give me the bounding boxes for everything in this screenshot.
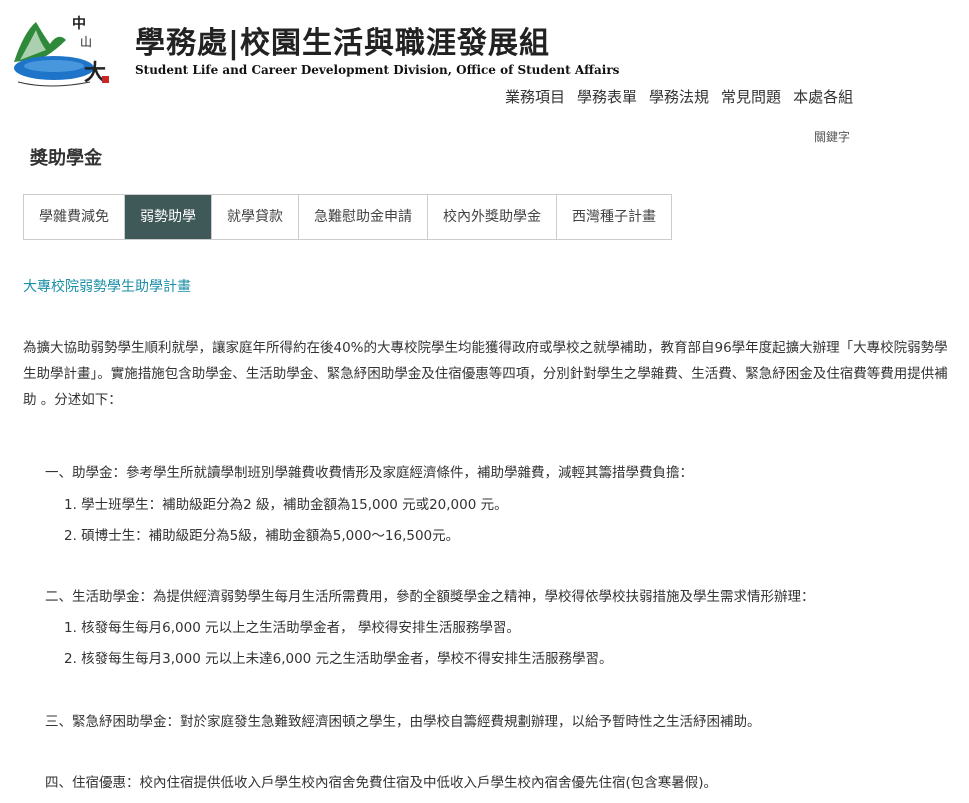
tab-seed-program[interactable]: 西灣種子計畫 bbox=[557, 195, 671, 239]
site-title: 學務處|校園生活與職涯發展組 bbox=[135, 26, 550, 61]
tab-disadvantaged-aid[interactable]: 弱勢助學 bbox=[125, 195, 212, 239]
section-living-grant: 二、生活助學金：為提供經濟弱勢學生每月生活所需費用，參酌全額獎學金之精神，學校得… bbox=[45, 589, 815, 605]
article-intro: 為擴大協助弱勢學生順利就學，讓家庭年所得約在後40%的大專校院學生均能獲得政府或… bbox=[23, 340, 948, 408]
tab-tuition-reduction[interactable]: 學雜費減免 bbox=[24, 195, 125, 239]
section-grant-item-1: 1. 學士班學生：補助級距分為2 級，補助金額為15,000 元或20,000 … bbox=[64, 497, 508, 513]
tab-emergency-relief[interactable]: 急難慰助金申請 bbox=[299, 195, 428, 239]
keyword-search-link[interactable]: 關鍵字 bbox=[814, 128, 850, 145]
nav-item-forms[interactable]: 學務表單 bbox=[577, 86, 637, 107]
section-housing: 四、住宿優惠：校內住宿提供低收入戶學生校內宿舍免費住宿及中低收入戶學生校內宿舍優… bbox=[45, 775, 718, 791]
section-emergency-grant: 三、緊急紓困助學金：對於家庭發生急難致經濟困頓之學生，由學校自籌經費規劃辦理，以… bbox=[45, 714, 761, 730]
section-grant-item-2: 2. 碩博士生：補助級距分為5級，補助金額為5,000～16,500元。 bbox=[64, 528, 460, 544]
school-logo[interactable]: 中 山 大 bbox=[10, 10, 118, 90]
svg-text:中: 中 bbox=[72, 15, 86, 32]
section-living-grant-item-2: 2. 核發每生每月3,000 元以上未達6,000 元之生活助學金者，學校不得安… bbox=[64, 651, 613, 667]
tab-scholarships[interactable]: 校內外獎助學金 bbox=[428, 195, 557, 239]
nav-item-divisions[interactable]: 本處各組 bbox=[793, 86, 853, 107]
svg-text:山: 山 bbox=[80, 35, 92, 49]
article-heading: 大專校院弱勢學生助學計畫 bbox=[23, 279, 191, 295]
tab-student-loan[interactable]: 就學貸款 bbox=[212, 195, 299, 239]
site-subtitle: Student Life and Career Development Divi… bbox=[135, 63, 620, 77]
section-grant: 一、助學金：參考學生所就讀學制班別學雜費收費情形及家庭經濟條件，補助學雜費，減輕… bbox=[45, 465, 693, 481]
tab-bar: 學雜費減免 弱勢助學 就學貸款 急難慰助金申請 校內外獎助學金 西灣種子計畫 bbox=[23, 194, 672, 240]
page-title: 獎助學金 bbox=[30, 148, 102, 169]
nav-item-faq[interactable]: 常見問題 bbox=[721, 86, 781, 107]
nav-item-regulations[interactable]: 學務法規 bbox=[649, 86, 709, 107]
top-navigation: 業務項目 學務表單 學務法規 常見問題 本處各組 bbox=[505, 86, 853, 107]
nav-item-services[interactable]: 業務項目 bbox=[505, 86, 565, 107]
section-living-grant-item-1: 1. 核發每生每月6,000 元以上之生活助學金者， 學校得安排生活服務學習。 bbox=[64, 620, 520, 636]
